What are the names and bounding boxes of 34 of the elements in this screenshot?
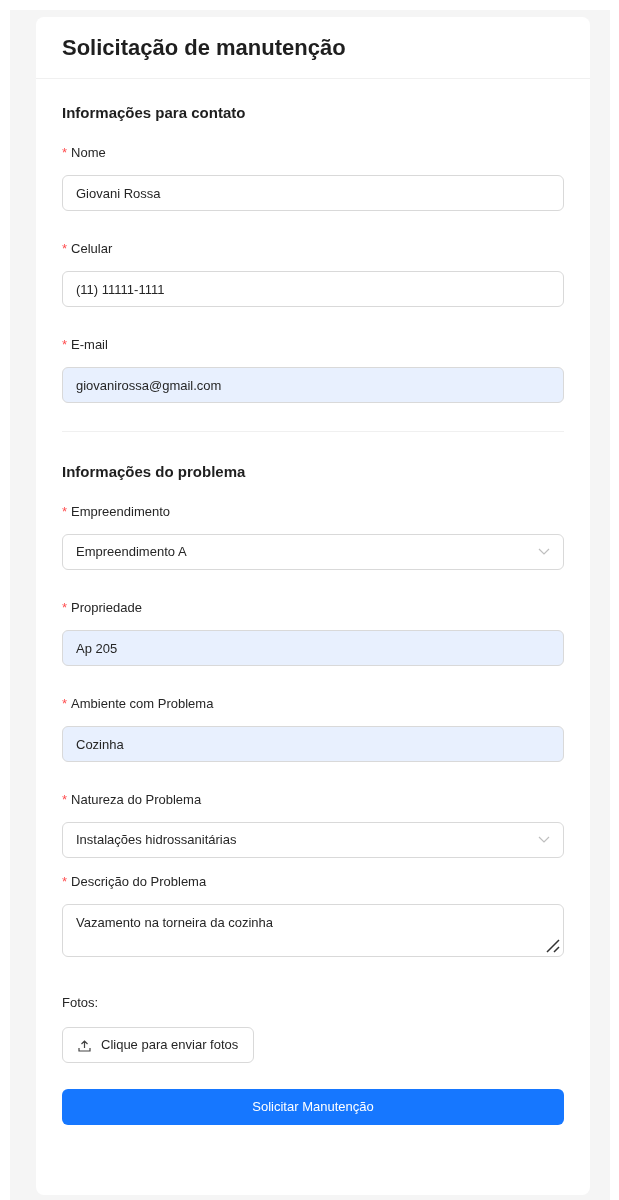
field-label: Propriedade <box>71 599 142 618</box>
upload-button[interactable]: Clique para enviar fotos <box>62 1027 255 1063</box>
field-label: Natureza do Problema <box>71 791 202 810</box>
required-asterisk: * <box>62 336 68 355</box>
chevron-down-icon <box>538 548 550 556</box>
text-field[interactable]: (11) 11111-1111 <box>62 271 564 307</box>
required-asterisk: * <box>62 503 68 522</box>
section-heading: Informações para contato <box>62 103 247 123</box>
text-area[interactable]: Vazamento na torneira da cozinha <box>62 904 564 957</box>
upload-icon <box>78 1038 91 1052</box>
resize-handle-icon[interactable] <box>546 939 560 953</box>
required-asterisk: * <box>62 695 68 714</box>
field-label: Nome <box>71 144 106 163</box>
select-field[interactable]: Instalações hidrossanitárias <box>62 822 564 858</box>
select-field[interactable]: Empreendimento A <box>62 534 564 570</box>
required-asterisk: * <box>62 873 68 892</box>
field-label: Celular <box>71 240 113 259</box>
photos-label: Fotos: <box>62 994 100 1012</box>
chevron-down-icon <box>538 836 550 844</box>
page-title: Solicitação de manutenção <box>62 34 346 62</box>
submit-button[interactable]: Solicitar Manutenção <box>62 1089 564 1125</box>
required-asterisk: * <box>62 240 68 259</box>
text-field[interactable]: Cozinha <box>62 726 564 762</box>
field-label: E-mail <box>71 336 108 355</box>
field-label: Ambiente com Problema <box>71 695 214 714</box>
field-label: Descrição do Problema <box>71 873 207 892</box>
required-asterisk: * <box>62 144 68 163</box>
text-field[interactable]: giovanirossa@gmail.com <box>62 367 564 403</box>
field-label: Empreendimento <box>71 503 171 522</box>
text-field[interactable]: Giovani Rossa <box>62 175 564 211</box>
required-asterisk: * <box>62 791 68 810</box>
text-field[interactable]: Ap 205 <box>62 630 564 666</box>
section-heading: Informações do problema <box>62 462 247 482</box>
required-asterisk: * <box>62 599 68 618</box>
